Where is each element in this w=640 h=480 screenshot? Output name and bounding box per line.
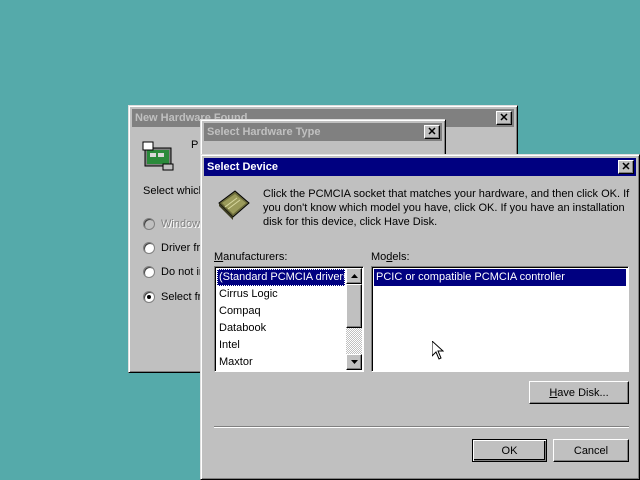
radio-driver-from-disk-button[interactable] <box>143 242 155 254</box>
desktop: New Hardware Found ✕ P Select which Wind… <box>0 0 640 480</box>
manufacturer-list-item[interactable]: Compaq <box>217 303 345 320</box>
manufacturer-list-item[interactable]: Maxtor <box>217 354 345 371</box>
radio-do-not-install-label: Do not in <box>161 266 206 278</box>
manufacturers-listbox[interactable]: (Standard PCMCIA drivers) Cirrus Logic Com… <box>214 266 364 372</box>
scroll-track[interactable] <box>346 328 362 354</box>
select-device-close-button[interactable]: ✕ <box>618 160 634 174</box>
manufacturer-list-item[interactable]: Intel <box>217 337 345 354</box>
manufacturer-list-item[interactable]: Cirrus Logic <box>217 286 345 303</box>
models-list-items: PCIC or compatible PCMCIA controller <box>374 269 626 286</box>
mouse-cursor-icon <box>431 339 445 360</box>
radio-windows-default-button[interactable] <box>143 218 155 230</box>
radio-windows-default-label: Window <box>161 218 201 230</box>
arrow-up-icon <box>350 274 358 278</box>
manufacturers-list-items: (Standard PCMCIA drivers) Cirrus Logic Com… <box>217 269 352 371</box>
models-listbox[interactable]: PCIC or compatible PCMCIA controller <box>371 266 629 372</box>
ok-button-label: OK <box>501 444 518 457</box>
manufacturers-label-rest: anufacturers: <box>223 251 288 263</box>
model-list-item[interactable]: PCIC or compatible PCMCIA controller <box>374 269 626 286</box>
close-icon: ✕ <box>427 125 437 138</box>
select-hardware-type-title: Select Hardware Type <box>207 126 321 138</box>
select-hardware-type-close-button[interactable]: ✕ <box>424 125 440 139</box>
pcmcia-card-icon <box>215 189 251 221</box>
have-disk-label: ave Disk... <box>557 386 609 399</box>
manufacturer-list-item[interactable]: (Standard PCMCIA drivers) <box>217 269 352 286</box>
models-label-pre: Mo <box>371 251 387 263</box>
manufacturers-label-accel: M <box>214 251 224 263</box>
close-icon: ✕ <box>499 111 509 124</box>
hardware-device-icon <box>141 138 177 172</box>
cancel-button[interactable]: Cancel <box>553 439 629 462</box>
radio-driver-from-disk[interactable]: Driver fro <box>143 242 206 254</box>
ok-button[interactable]: OK <box>472 439 547 462</box>
select-device-titlebar[interactable]: Select Device ✕ <box>204 158 636 176</box>
models-label: Models: <box>371 251 410 263</box>
scroll-thumb[interactable] <box>346 284 362 328</box>
radio-windows-default[interactable]: Window <box>143 218 200 230</box>
select-prompt-partial: Select which <box>143 185 205 197</box>
have-disk-accel: H <box>549 386 558 399</box>
manufacturers-label: Manufacturers: <box>214 251 287 263</box>
arrow-down-icon <box>350 360 358 364</box>
manufacturers-scrollbar[interactable] <box>346 268 362 370</box>
cancel-button-label: Cancel <box>573 444 609 457</box>
scroll-up-button[interactable] <box>346 268 362 284</box>
close-icon: ✕ <box>621 160 631 173</box>
select-hardware-type-titlebar[interactable]: Select Hardware Type ✕ <box>204 123 442 141</box>
separator <box>214 426 629 428</box>
select-device-window: Select Device ✕ Click the PCMCIA socket … <box>200 154 640 480</box>
device-name-partial: P <box>191 139 199 151</box>
have-disk-button[interactable]: Have Disk... <box>529 381 629 404</box>
new-hardware-close-button[interactable]: ✕ <box>496 111 512 125</box>
scroll-down-button[interactable] <box>346 354 362 370</box>
manufacturer-list-item[interactable]: Databook <box>217 320 345 337</box>
models-label-rest: els: <box>392 251 410 263</box>
radio-do-not-install-button[interactable] <box>143 266 155 278</box>
radio-select-from-list[interactable]: Select fro <box>143 291 207 303</box>
select-device-title: Select Device <box>207 161 278 173</box>
radio-do-not-install[interactable]: Do not in <box>143 266 205 278</box>
instructions-text: Click the PCMCIA socket that matches you… <box>263 188 630 228</box>
radio-select-from-list-button[interactable] <box>143 291 155 303</box>
